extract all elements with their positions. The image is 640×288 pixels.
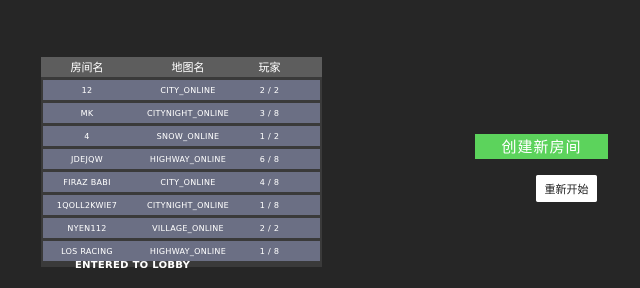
room-players: 2 / 2 — [259, 85, 280, 95]
room-row[interactable]: NYEN112 VILLAGE_ONLINE 2 / 2 — [43, 218, 320, 238]
restart-button[interactable]: 重新开始 — [536, 175, 597, 202]
room-map: VILLAGE_ONLINE — [152, 223, 224, 233]
room-players: 4 / 8 — [259, 177, 280, 187]
header-room-name: 房间名 — [70, 61, 104, 74]
room-players: 1 / 2 — [259, 131, 280, 141]
room-row[interactable]: 12 CITY_ONLINE 2 / 2 — [43, 80, 320, 100]
room-name: MK — [80, 108, 94, 118]
room-row[interactable]: FIRAZ BABI CITY_ONLINE 4 / 8 — [43, 172, 320, 192]
room-row[interactable]: 4 SNOW_ONLINE 1 / 2 — [43, 126, 320, 146]
lobby-status-text: ENTERED TO LOBBY — [75, 260, 191, 271]
room-row[interactable]: 1QOLL2KWIE7 CITYNIGHT_ONLINE 1 / 8 — [43, 195, 320, 215]
room-map: CITY_ONLINE — [160, 85, 216, 95]
room-players: 6 / 8 — [259, 154, 280, 164]
header-map-name: 地图名 — [171, 61, 205, 74]
room-row[interactable]: JDEJQW HIGHWAY_ONLINE 6 / 8 — [43, 149, 320, 169]
room-map: HIGHWAY_ONLINE — [149, 154, 227, 164]
room-list-header: 房间名 地图名 玩家 — [41, 57, 322, 77]
room-name: 1QOLL2KWIE7 — [56, 200, 118, 210]
room-players: 3 / 8 — [259, 108, 280, 118]
room-players: 1 / 8 — [259, 200, 280, 210]
room-row[interactable]: MK CITYNIGHT_ONLINE 3 / 8 — [43, 103, 320, 123]
room-map: CITYNIGHT_ONLINE — [146, 108, 230, 118]
room-map: SNOW_ONLINE — [156, 131, 220, 141]
room-map: CITY_ONLINE — [160, 177, 216, 187]
room-name: JDEJQW — [71, 154, 103, 164]
room-players: 2 / 2 — [259, 223, 280, 233]
room-row[interactable]: LOS RACING HIGHWAY_ONLINE 1 / 8 — [43, 241, 320, 261]
room-players: 1 / 8 — [259, 246, 280, 256]
room-name: NYEN112 — [67, 223, 107, 233]
room-list-panel: 房间名 地图名 玩家 12 CITY_ONLINE 2 / 2 MK CITYN… — [41, 57, 322, 267]
room-name: FIRAZ BABI — [63, 177, 111, 187]
room-name: 12 — [81, 85, 93, 95]
room-map: CITYNIGHT_ONLINE — [146, 200, 230, 210]
room-map: HIGHWAY_ONLINE — [149, 246, 227, 256]
room-name: LOS RACING — [61, 246, 113, 256]
create-room-button[interactable]: 创建新房间 — [475, 134, 608, 159]
room-name: 4 — [84, 131, 90, 141]
header-players: 玩家 — [258, 61, 281, 74]
